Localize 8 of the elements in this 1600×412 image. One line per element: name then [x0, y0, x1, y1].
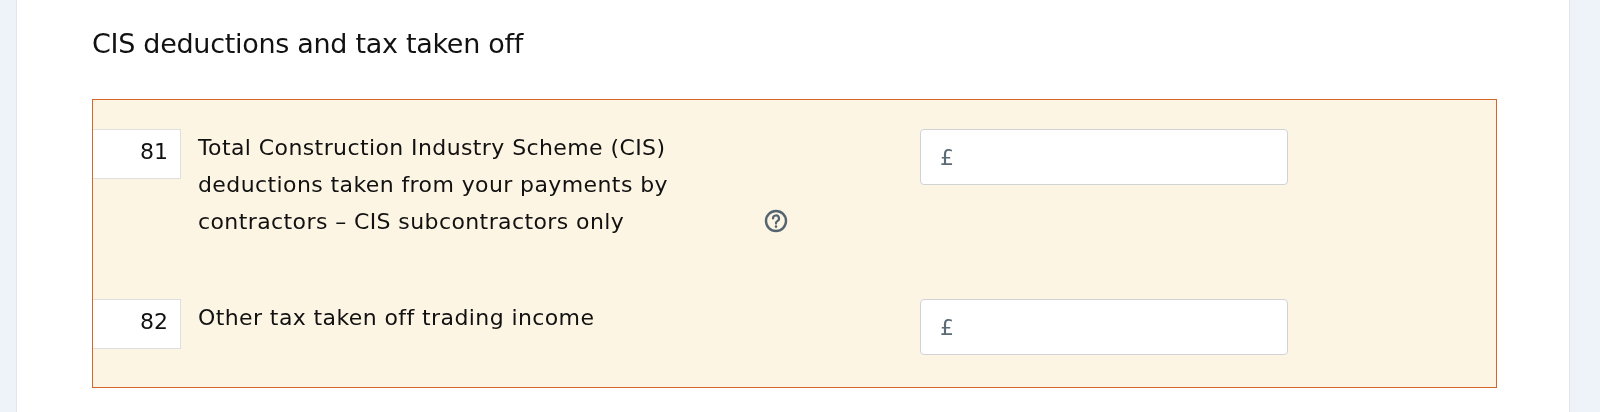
- field-label: Total Construction Industry Scheme (CIS) deductions taken from your payments by contractors – CIS subcontractors only: [198, 134, 669, 236]
- amount-field[interactable]: £: [920, 129, 1288, 185]
- help-icon[interactable]: [764, 209, 788, 233]
- box-number: 82: [93, 299, 181, 349]
- box-number: 81: [93, 129, 181, 179]
- amount-field[interactable]: £: [920, 299, 1288, 355]
- section-title: CIS deductions and tax taken off: [92, 28, 525, 59]
- field-label: Other tax taken off trading income: [198, 304, 595, 332]
